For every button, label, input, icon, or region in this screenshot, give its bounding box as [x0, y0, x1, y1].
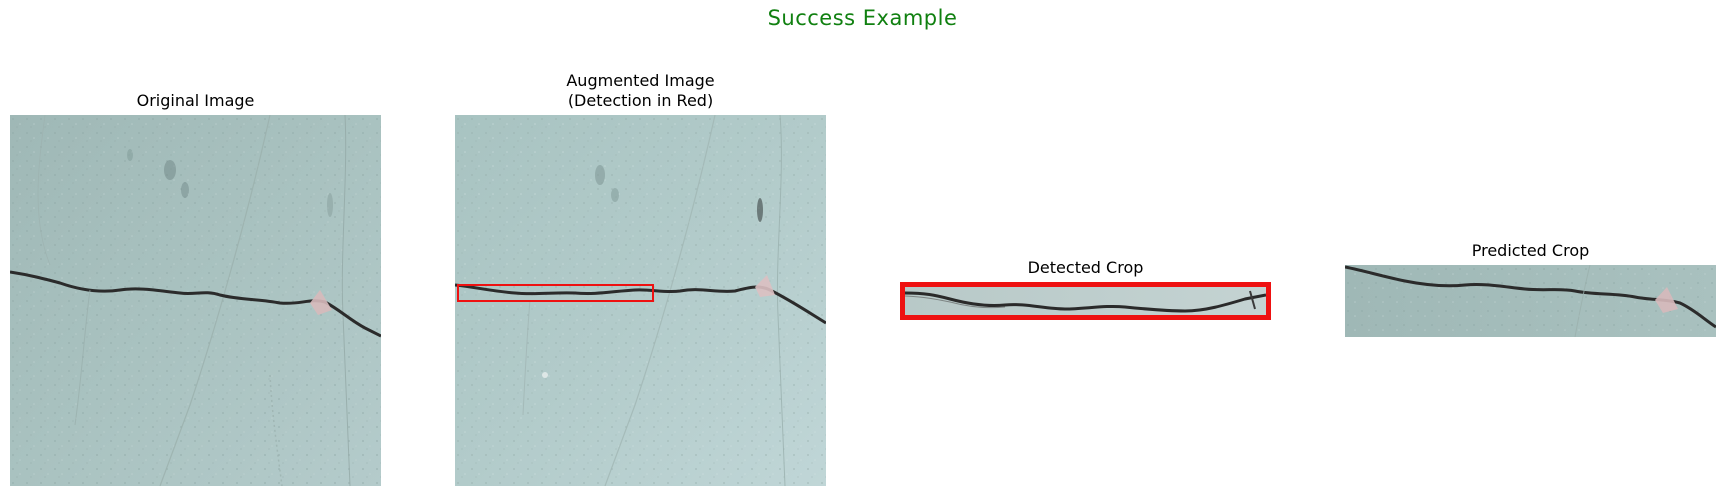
- original-image: [10, 115, 381, 486]
- augmented-image: [455, 115, 826, 486]
- panel-title-original: Original Image: [136, 91, 255, 110]
- predicted-crop-image: [1345, 265, 1716, 337]
- panel-title-augmented: Augmented Image (Detection in Red): [566, 71, 715, 110]
- figure-title: Success Example: [767, 6, 958, 30]
- detected-crop-image: [900, 282, 1271, 320]
- panel-title-detected-crop: Detected Crop: [1027, 258, 1144, 277]
- detection-box: [457, 284, 654, 302]
- panel-title-predicted-crop: Predicted Crop: [1471, 241, 1590, 260]
